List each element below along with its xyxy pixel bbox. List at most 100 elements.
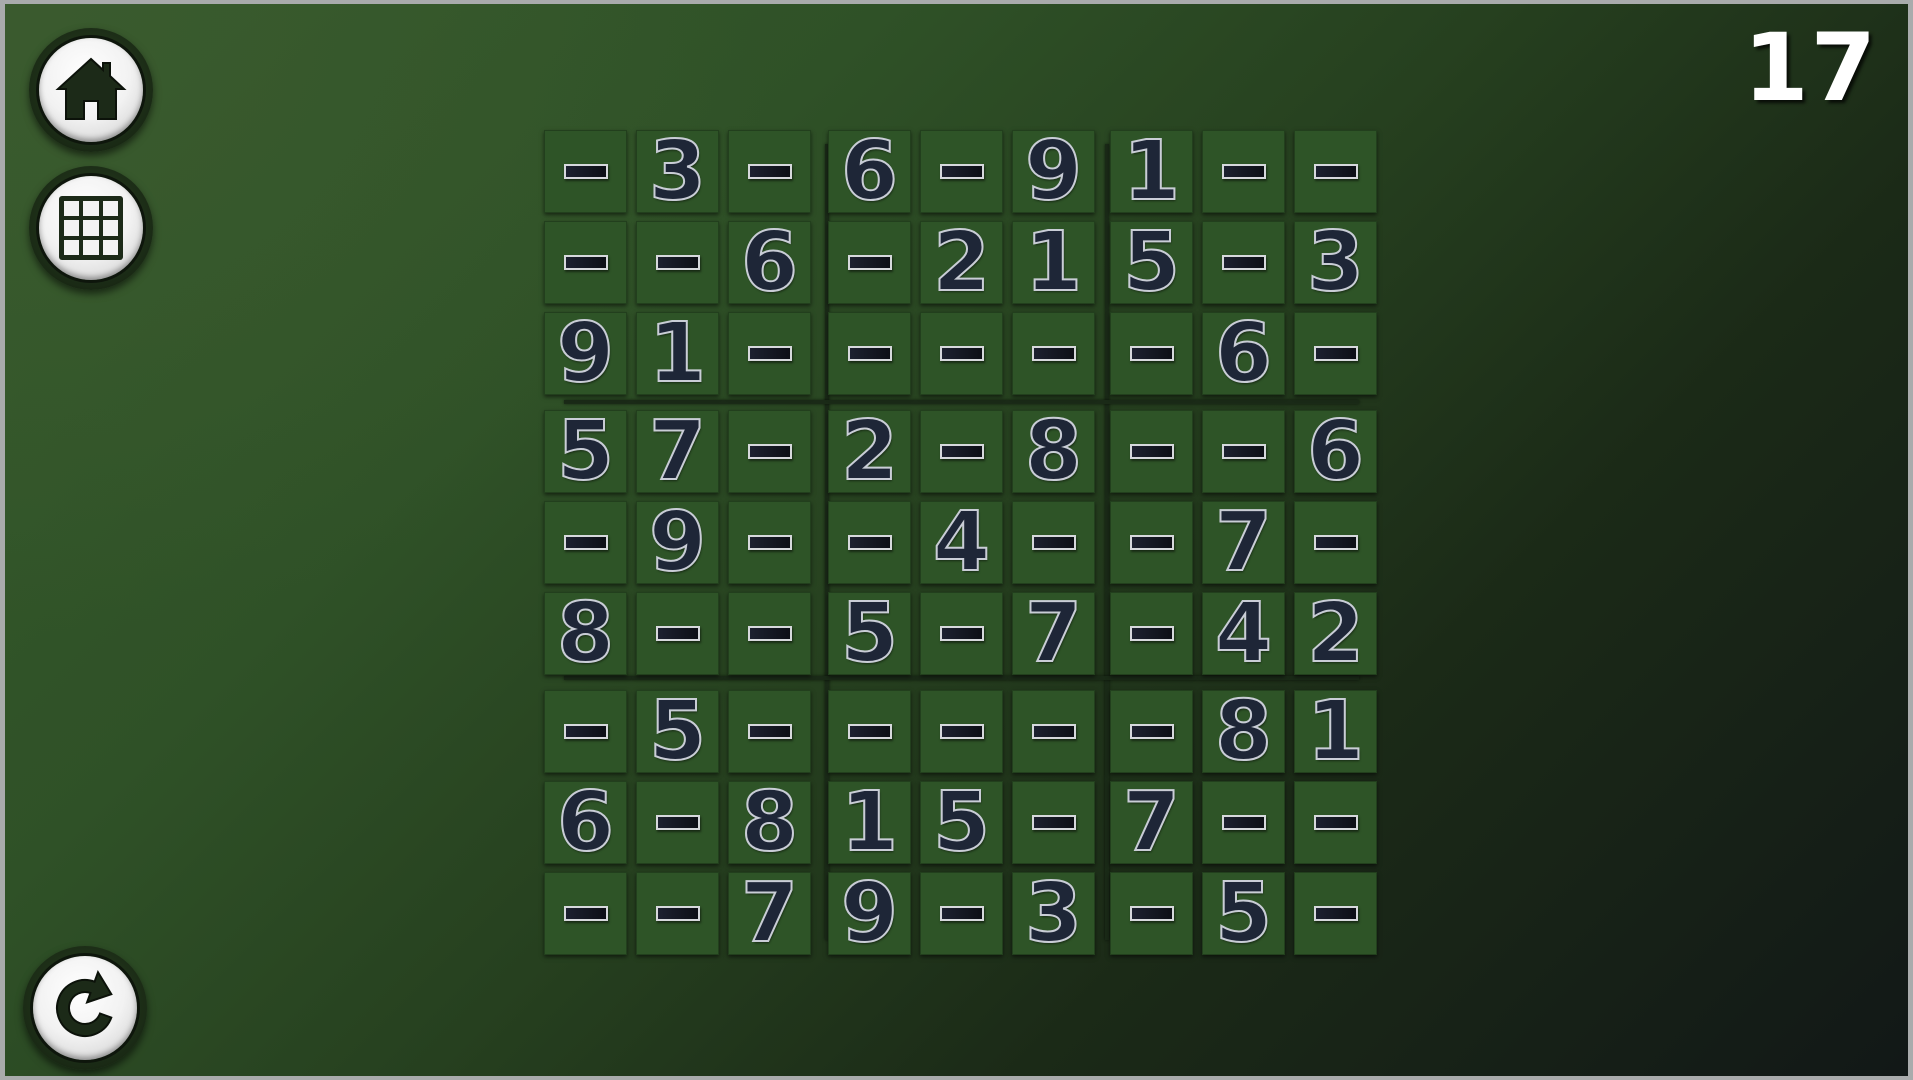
sudoku-cell-r2-c7[interactable]: 5 (1110, 220, 1193, 304)
cell-digit: 5 (556, 403, 615, 499)
sudoku-cell-r3-c2[interactable]: 1 (636, 311, 719, 395)
empty-cell-marker (1031, 535, 1076, 550)
sudoku-cell-r9-c8[interactable]: 5 (1202, 871, 1285, 955)
sudoku-cell-r3-c7[interactable] (1110, 312, 1193, 395)
sudoku-cell-r9-c5[interactable] (920, 872, 1003, 955)
home-button[interactable] (29, 28, 153, 152)
sudoku-cell-r8-c5[interactable]: 5 (920, 774, 1003, 870)
grid-button[interactable] (29, 166, 153, 290)
sudoku-cell-r2-c4[interactable] (828, 221, 911, 304)
cell-digit: 7 (1024, 585, 1083, 681)
sudoku-cell-r3-c9[interactable] (1294, 312, 1377, 395)
cell-digit: 6 (556, 774, 615, 870)
sudoku-cell-r3-c5[interactable] (920, 312, 1003, 395)
sudoku-cell-r2-c5[interactable]: 2 (920, 220, 1003, 304)
restart-button[interactable] (23, 946, 147, 1070)
sudoku-cell-r7-c9[interactable]: 1 (1294, 689, 1377, 773)
sudoku-cell-r5-c1[interactable] (544, 501, 627, 584)
sudoku-cell-r5-c8[interactable]: 7 (1202, 500, 1285, 584)
sudoku-cell-r9-c6[interactable]: 3 (1012, 871, 1095, 955)
sudoku-cell-r2-c3[interactable]: 6 (728, 220, 811, 304)
game-screen: 17 3691621539165728694785742581681577935 (5, 4, 1908, 1076)
empty-cell-marker (847, 535, 892, 550)
sudoku-cell-r6-c5[interactable] (920, 592, 1003, 675)
sudoku-cell-r6-c8[interactable]: 4 (1202, 591, 1285, 675)
sudoku-cell-r4-c7[interactable] (1110, 410, 1193, 493)
cell-digit: 5 (932, 774, 991, 870)
sudoku-cell-r8-c3[interactable]: 8 (728, 780, 811, 864)
sudoku-cell-r8-c6[interactable] (1012, 781, 1095, 864)
sudoku-cell-r7-c6[interactable] (1012, 690, 1095, 773)
sudoku-cell-r5-c2[interactable]: 9 (636, 500, 719, 584)
sudoku-cell-r5-c5[interactable]: 4 (920, 500, 1003, 584)
sudoku-cell-r4-c1[interactable]: 5 (544, 403, 627, 499)
sudoku-cell-r4-c2[interactable]: 7 (636, 409, 719, 493)
sudoku-cell-r8-c4[interactable]: 1 (828, 780, 911, 864)
sudoku-cell-r8-c8[interactable] (1202, 781, 1285, 864)
sudoku-cell-r1-c1[interactable] (544, 130, 627, 213)
sudoku-cell-r6-c2[interactable] (636, 592, 719, 675)
sudoku-cell-r6-c7[interactable] (1110, 592, 1193, 675)
sudoku-cell-r2-c2[interactable] (636, 221, 719, 304)
sudoku-cell-r1-c7[interactable]: 1 (1110, 129, 1193, 213)
sudoku-cell-r4-c6[interactable]: 8 (1012, 409, 1095, 493)
sudoku-cell-r6-c9[interactable]: 2 (1294, 591, 1377, 675)
sudoku-cell-r8-c1[interactable]: 6 (544, 774, 627, 870)
sudoku-cell-r8-c7[interactable]: 7 (1110, 780, 1193, 864)
sudoku-cell-r7-c8[interactable]: 8 (1202, 689, 1285, 773)
empty-cell-marker (1313, 535, 1358, 550)
sudoku-cell-r2-c1[interactable] (544, 221, 627, 304)
cell-digit: 9 (840, 865, 899, 961)
sudoku-cell-r1-c2[interactable]: 3 (636, 129, 719, 213)
empty-cell-marker (563, 255, 608, 270)
sudoku-cell-r5-c6[interactable] (1012, 501, 1095, 584)
sudoku-cell-r7-c3[interactable] (728, 690, 811, 773)
sudoku-cell-r4-c4[interactable]: 2 (828, 403, 911, 499)
sudoku-cell-r6-c1[interactable]: 8 (544, 591, 627, 675)
sudoku-cell-r3-c3[interactable] (728, 312, 811, 395)
sudoku-cell-r9-c4[interactable]: 9 (828, 865, 911, 961)
sudoku-cell-r5-c9[interactable] (1294, 501, 1377, 584)
sudoku-cell-r3-c1[interactable]: 9 (544, 311, 627, 395)
sudoku-cell-r9-c2[interactable] (636, 872, 719, 955)
sudoku-cell-r6-c3[interactable] (728, 592, 811, 675)
sudoku-cell-r5-c7[interactable] (1110, 501, 1193, 584)
sudoku-cell-r2-c9[interactable]: 3 (1294, 214, 1377, 310)
sudoku-cell-r1-c8[interactable] (1202, 130, 1285, 213)
sudoku-cell-r7-c4[interactable] (828, 690, 911, 773)
sudoku-cell-r2-c6[interactable]: 1 (1012, 220, 1095, 304)
sudoku-cell-r1-c3[interactable] (728, 130, 811, 213)
sudoku-cell-r5-c4[interactable] (828, 501, 911, 584)
cell-digit: 3 (1306, 214, 1365, 310)
cell-digit: 7 (740, 865, 799, 961)
sudoku-cell-r7-c7[interactable] (1110, 690, 1193, 773)
sudoku-cell-r9-c9[interactable] (1294, 872, 1377, 955)
sudoku-cell-r1-c5[interactable] (920, 130, 1003, 213)
sudoku-cell-r9-c3[interactable]: 7 (728, 865, 811, 961)
empty-cell-marker (939, 724, 984, 739)
sudoku-cell-r1-c6[interactable]: 9 (1012, 129, 1095, 213)
sudoku-cell-r4-c9[interactable]: 6 (1294, 409, 1377, 493)
empty-cell-marker (563, 164, 608, 179)
sudoku-cell-r6-c4[interactable]: 5 (828, 591, 911, 675)
sudoku-cell-r7-c2[interactable]: 5 (636, 689, 719, 773)
sudoku-cell-r7-c1[interactable] (544, 690, 627, 773)
sudoku-cell-r1-c4[interactable]: 6 (828, 129, 911, 213)
sudoku-cell-r4-c3[interactable] (728, 410, 811, 493)
sudoku-cell-r4-c8[interactable] (1202, 410, 1285, 493)
sudoku-cell-r9-c1[interactable] (544, 872, 627, 955)
empty-cell-marker (1129, 626, 1174, 641)
sudoku-cell-r7-c5[interactable] (920, 690, 1003, 773)
sudoku-cell-r3-c6[interactable] (1012, 312, 1095, 395)
sudoku-cell-r1-c9[interactable] (1294, 130, 1377, 213)
sudoku-cell-r8-c9[interactable] (1294, 781, 1377, 864)
sudoku-cell-r3-c8[interactable]: 6 (1202, 311, 1285, 395)
sudoku-cell-r4-c5[interactable] (920, 410, 1003, 493)
cell-digit: 2 (840, 403, 899, 499)
sudoku-cell-r6-c6[interactable]: 7 (1012, 585, 1095, 681)
sudoku-cell-r9-c7[interactable] (1110, 872, 1193, 955)
sudoku-cell-r8-c2[interactable] (636, 781, 719, 864)
sudoku-cell-r5-c3[interactable] (728, 501, 811, 584)
sudoku-cell-r3-c4[interactable] (828, 312, 911, 395)
sudoku-cell-r2-c8[interactable] (1202, 221, 1285, 304)
